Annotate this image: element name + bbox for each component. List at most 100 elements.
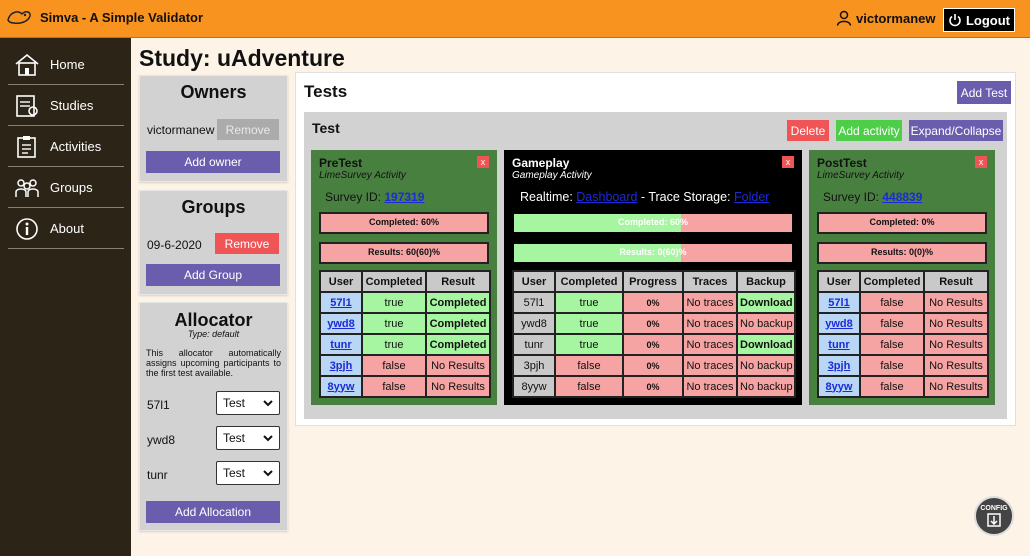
close-icon[interactable]: x (477, 156, 489, 168)
user-link[interactable]: ywd8 (327, 318, 355, 330)
chevron-down-icon (263, 400, 273, 407)
progress-cell: 0% (622, 291, 684, 314)
sidebar-item-about[interactable]: About (8, 209, 124, 249)
user-link[interactable]: 57l1 (828, 297, 849, 309)
user-link[interactable]: tunr (330, 339, 351, 351)
logout-label: Logout (965, 12, 1011, 28)
column-header: Backup (736, 270, 796, 293)
config-button[interactable]: CONFIG (974, 496, 1014, 536)
completed-cell: true (554, 312, 624, 335)
survey-id-link[interactable]: 448839 (882, 190, 922, 204)
user-link[interactable]: 57l1 (330, 297, 351, 309)
result-cell: No Results (923, 333, 989, 356)
traces-cell: No traces (682, 375, 738, 398)
logout-button[interactable]: Logout (943, 8, 1015, 32)
table-row: tunr true 0% No traces Download (512, 333, 796, 356)
brand[interactable]: Simva - A Simple Validator (6, 8, 203, 26)
sidebar-item-label: Activities (50, 139, 102, 154)
table-row: 8yyw false No Results (319, 375, 491, 398)
remove-group-button[interactable]: Remove (215, 233, 279, 254)
close-icon[interactable]: x (782, 156, 794, 168)
traces-cell: No traces (682, 291, 738, 314)
gameplay-subtitle: Gameplay Activity (512, 170, 592, 181)
allocation-select-value: Test (223, 431, 246, 445)
survey-id-link[interactable]: 197319 (384, 190, 424, 204)
user-link[interactable]: ywd8 (825, 318, 853, 330)
pretest-completed-bar: Completed: 60% (319, 212, 489, 234)
column-header: User (817, 270, 861, 293)
user-cell: ywd8 (512, 312, 556, 335)
sidebar-item-home[interactable]: Home (8, 45, 124, 85)
allocation-select[interactable]: Test (216, 461, 280, 485)
user-link[interactable]: 3pjh (330, 360, 353, 372)
dashboard-link[interactable]: Dashboard (576, 190, 637, 204)
allocation-user: tunr (147, 468, 168, 482)
user-link[interactable]: tunr (828, 339, 849, 351)
column-header: Traces (682, 270, 738, 293)
results-label: Results: 0(60)% (619, 247, 687, 257)
table-row: 57l1 true Completed (319, 291, 491, 314)
gameplay-results-bar: Results: 0(60)% (512, 242, 794, 264)
home-icon (15, 53, 39, 76)
delete-test-button[interactable]: Delete (787, 120, 829, 141)
column-header: Completed (361, 270, 427, 293)
results-label: Results: 60(60)% (367, 247, 441, 257)
progress-cell: 0% (622, 375, 684, 398)
sidebar-item-groups[interactable]: Groups (8, 168, 124, 208)
remove-owner-button[interactable]: Remove (217, 119, 279, 140)
folder-link[interactable]: Folder (734, 190, 769, 204)
add-owner-button[interactable]: Add owner (146, 151, 280, 173)
add-test-button[interactable]: Add Test (957, 81, 1011, 104)
username: victormanew (856, 10, 936, 26)
user-menu[interactable]: victormanew (836, 10, 935, 26)
allocation-select-value: Test (223, 396, 246, 410)
survey-label: Survey ID: (823, 190, 883, 204)
groups-panel: Groups 09-6-2020 Remove Add Group (139, 190, 288, 295)
chevron-down-icon (263, 470, 273, 477)
allocation-select-value: Test (223, 466, 246, 480)
completed-cell: true (361, 291, 427, 314)
completed-label: Completed: 60% (368, 217, 439, 227)
completed-cell: false (859, 354, 925, 377)
table-row: tunr true Completed (319, 333, 491, 356)
posttest-title: PostTest (817, 156, 867, 170)
group-name: 09-6-2020 (147, 238, 202, 252)
column-header: User (512, 270, 556, 293)
sidebar-item-studies[interactable]: Studies (8, 86, 124, 126)
expand-collapse-button[interactable]: Expand/Collapse (909, 120, 1003, 141)
close-icon[interactable]: x (975, 156, 987, 168)
allocation-select[interactable]: Test (216, 391, 280, 415)
top-bar: Simva - A Simple Validator victormanew L… (0, 0, 1030, 38)
completed-cell: true (554, 333, 624, 356)
allocation-user: 57l1 (147, 398, 170, 412)
column-header: Progress (622, 270, 684, 293)
backup-cell: No backup (736, 312, 796, 335)
gameplay-title: Gameplay (512, 156, 570, 170)
gameplay-table: User Completed Progress Traces Backup 57… (512, 270, 796, 398)
add-group-button[interactable]: Add Group (146, 264, 280, 286)
backup-cell[interactable]: Download (736, 291, 796, 314)
traces-cell: No traces (682, 333, 738, 356)
add-allocation-button[interactable]: Add Allocation (146, 501, 280, 523)
owners-panel: Owners victormanew Remove Add owner (139, 75, 288, 182)
sidebar-item-activities[interactable]: Activities (8, 127, 124, 167)
sidebar-item-label: Home (50, 57, 85, 72)
power-icon (949, 14, 961, 27)
posttest-completed-bar: Completed: 0% (817, 212, 987, 234)
user-link[interactable]: 3pjh (828, 360, 851, 372)
posttest-results-bar: Results: 0(0)% (817, 242, 987, 264)
user-link[interactable]: 8yyw (328, 381, 355, 393)
table-row: ywd8 true Completed (319, 312, 491, 335)
backup-cell[interactable]: Download (736, 333, 796, 356)
result-cell: No Results (923, 375, 989, 398)
add-activity-button[interactable]: Add activity (836, 120, 902, 141)
backup-cell: No backup (736, 354, 796, 377)
activities-icon (17, 135, 36, 158)
allocation-select[interactable]: Test (216, 426, 280, 450)
table-row: 3pjh false No Results (817, 354, 989, 377)
table-row: 3pjh false No Results (319, 354, 491, 377)
completed-cell: false (554, 354, 624, 377)
user-link[interactable]: 8yyw (826, 381, 853, 393)
groups-title: Groups (181, 197, 246, 217)
storage-label: - Trace Storage: (637, 190, 735, 204)
